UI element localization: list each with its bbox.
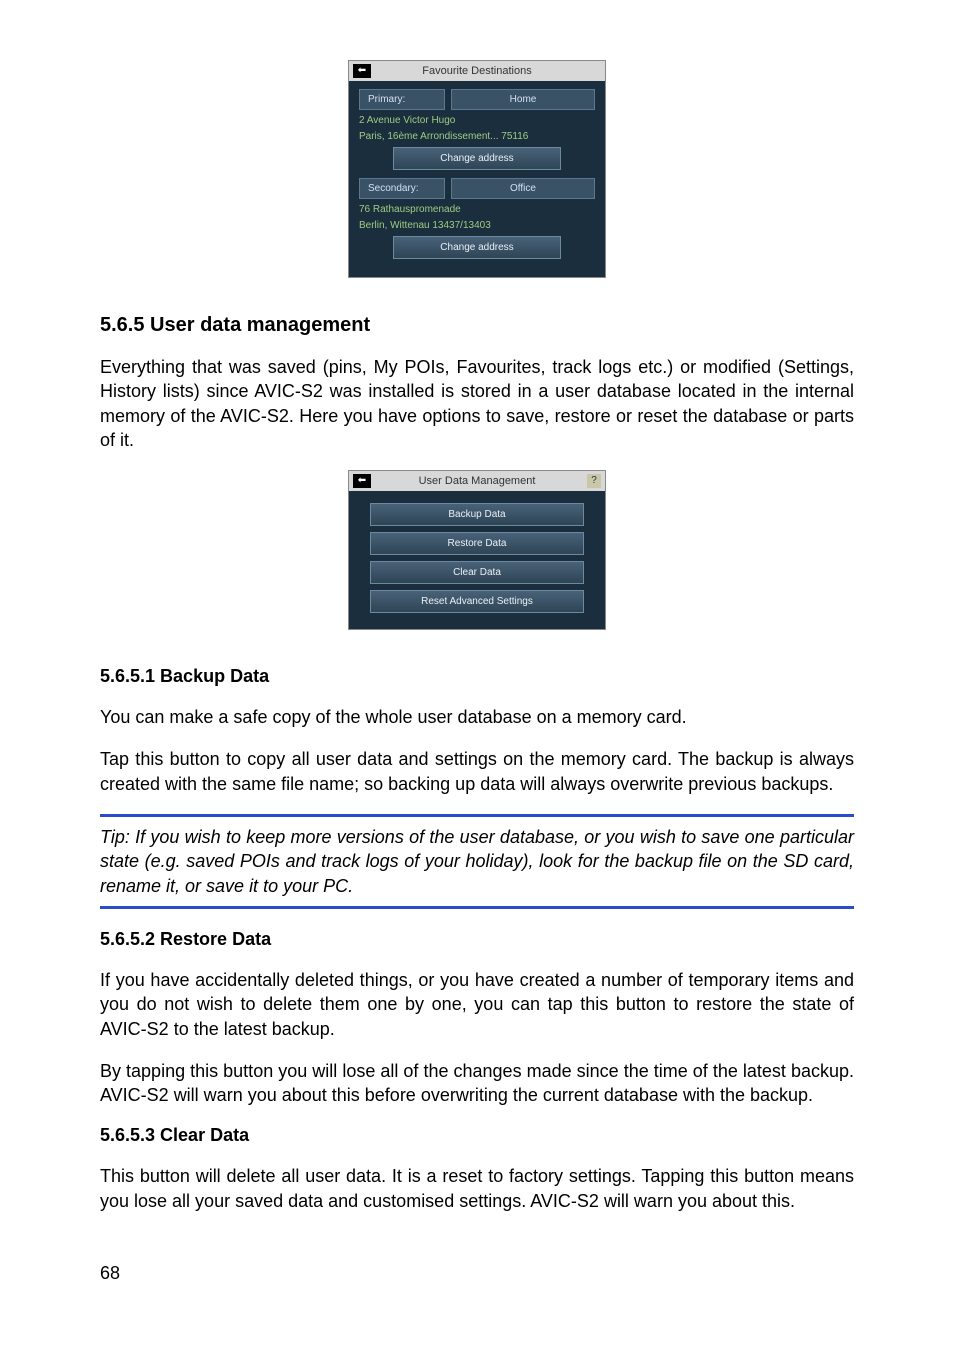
heading-5651: 5.6.5.1 Backup Data — [100, 666, 854, 687]
paragraph-5652-1: If you have accidentally deleted things,… — [100, 968, 854, 1041]
primary-address-line2: Paris, 16ème Arrondissement... 75116 — [359, 130, 595, 143]
secondary-value: Office — [451, 178, 595, 199]
restore-data-button: Restore Data — [370, 532, 584, 555]
back-icon: ⬅ — [353, 64, 371, 78]
secondary-address-line2: Berlin, Wittenau 13437/13403 — [359, 219, 595, 232]
paragraph-5652-2: By tapping this button you will lose all… — [100, 1059, 854, 1108]
primary-address-line1: 2 Avenue Victor Hugo — [359, 114, 595, 127]
reset-advanced-button: Reset Advanced Settings — [370, 590, 584, 613]
paragraph-5653-1: This button will delete all user data. I… — [100, 1164, 854, 1213]
backup-data-button: Backup Data — [370, 503, 584, 526]
screenshot2-title: User Data Management — [419, 475, 536, 487]
heading-5653: 5.6.5.3 Clear Data — [100, 1125, 854, 1146]
secondary-address-line1: 76 Rathauspromenade — [359, 203, 595, 216]
change-address-button-2: Change address — [393, 236, 560, 259]
primary-value: Home — [451, 89, 595, 110]
heading-565: 5.6.5 User data management — [100, 314, 854, 337]
secondary-label: Secondary: — [359, 178, 445, 199]
clear-data-button: Clear Data — [370, 561, 584, 584]
screenshot-title: Favourite Destinations — [422, 65, 531, 77]
back-icon: ⬅ — [353, 474, 371, 488]
paragraph-5651-2: Tap this button to copy all user data an… — [100, 747, 854, 796]
primary-label: Primary: — [359, 89, 445, 110]
paragraph-565: Everything that was saved (pins, My POIs… — [100, 355, 854, 452]
paragraph-5651-1: You can make a safe copy of the whole us… — [100, 705, 854, 729]
change-address-button-1: Change address — [393, 147, 560, 170]
screenshot2-title-bar: ⬅ User Data Management ? — [349, 471, 605, 491]
tip-box: Tip: If you wish to keep more versions o… — [100, 814, 854, 909]
screenshot2-body: Backup Data Restore Data Clear Data Rese… — [349, 491, 605, 629]
heading-5652: 5.6.5.2 Restore Data — [100, 929, 854, 950]
page-number: 68 — [100, 1263, 854, 1284]
screenshot-title-bar: ⬅ Favourite Destinations — [349, 61, 605, 81]
help-icon: ? — [587, 474, 601, 488]
screenshot-body: Primary: Home 2 Avenue Victor Hugo Paris… — [349, 81, 605, 277]
screenshot-favourite-destinations: ⬅ Favourite Destinations Primary: Home 2… — [348, 60, 606, 278]
screenshot-user-data-management: ⬅ User Data Management ? Backup Data Res… — [348, 470, 606, 630]
